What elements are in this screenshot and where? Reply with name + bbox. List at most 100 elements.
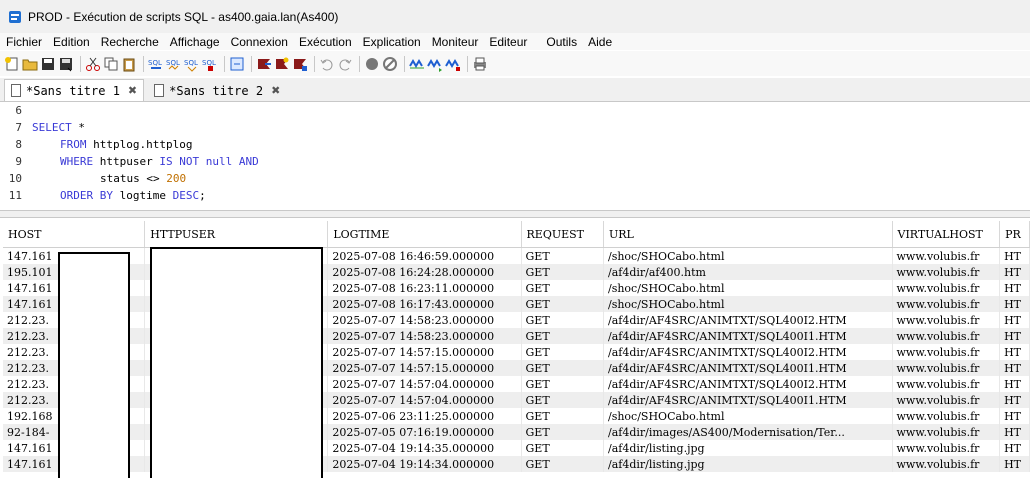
cell-logtime[interactable]: 2025-07-08 16:46:59.000000 (327, 247, 522, 264)
explain-icon[interactable] (256, 56, 272, 72)
menu-execution[interactable]: Exécution (293, 35, 357, 49)
cell-pr[interactable]: HT (999, 312, 1030, 328)
cell-virtualhost[interactable]: www.volubis.fr (892, 408, 1001, 424)
menu-aide[interactable]: Aide (582, 35, 617, 49)
cell-pr[interactable]: HT (999, 344, 1030, 360)
cell-virtualhost[interactable]: www.volubis.fr (892, 247, 1001, 264)
save-icon[interactable] (40, 56, 56, 72)
sql-run-all-icon[interactable]: SQL (166, 56, 182, 72)
cut-icon[interactable] (85, 56, 101, 72)
cell-virtualhost[interactable]: www.volubis.fr (892, 280, 1001, 296)
save-all-icon[interactable] (58, 56, 74, 72)
explain-run-icon[interactable] (292, 56, 308, 72)
cell-url[interactable]: /af4dir/af400.htm (603, 264, 893, 280)
cell-request[interactable]: GET (521, 376, 605, 392)
cell-pr[interactable]: HT (999, 360, 1030, 376)
menu-fichier[interactable]: Fichier (0, 35, 47, 49)
cell-request[interactable]: GET (521, 456, 605, 472)
tab-sans-titre-2[interactable]: *Sans titre 2 ✖ (148, 80, 286, 101)
cell-url[interactable]: /af4dir/AF4SRC/ANIMTXT/SQL400I2.HTM (603, 376, 893, 392)
cell-pr[interactable]: HT (999, 280, 1030, 296)
cell-logtime[interactable]: 2025-07-08 16:24:28.000000 (327, 264, 522, 280)
cell-virtualhost[interactable]: www.volubis.fr (892, 312, 1001, 328)
menu-recherche[interactable]: Recherche (95, 35, 164, 49)
cell-pr[interactable]: HT (999, 264, 1030, 280)
column-header-httpuser[interactable]: HTTPUSER (144, 221, 329, 248)
cell-logtime[interactable]: 2025-07-08 16:23:11.000000 (327, 280, 522, 296)
cell-logtime[interactable]: 2025-07-07 14:58:23.000000 (327, 328, 522, 344)
column-header-pr[interactable]: PR (999, 221, 1030, 248)
menu-explication[interactable]: Explication (357, 35, 426, 49)
cell-request[interactable]: GET (521, 408, 605, 424)
monitor-stop-icon[interactable] (445, 56, 461, 72)
cell-request[interactable]: GET (521, 424, 605, 440)
cell-logtime[interactable]: 2025-07-08 16:17:43.000000 (327, 296, 522, 312)
cell-logtime[interactable]: 2025-07-07 14:57:15.000000 (327, 344, 522, 360)
disconnect-icon[interactable] (382, 56, 398, 72)
visual-explain-icon[interactable] (274, 56, 290, 72)
cell-url[interactable]: /af4dir/AF4SRC/ANIMTXT/SQL400I1.HTM (603, 392, 893, 408)
redo-icon[interactable] (337, 56, 353, 72)
cell-virtualhost[interactable]: www.volubis.fr (892, 264, 1001, 280)
sql-editor[interactable]: 6 7 SELECT * 8 FROM httplog.httplog 9 WHERE… (0, 102, 1030, 210)
cell-url[interactable]: /shoc/SHOCabo.html (603, 296, 893, 312)
column-header-request[interactable]: REQUEST (521, 221, 605, 248)
cell-url[interactable]: /shoc/SHOCabo.html (603, 408, 893, 424)
results-grid[interactable]: HOST HTTPUSER LOGTIME REQUEST URL VIRTUA… (3, 221, 1030, 478)
sql-run-icon[interactable]: SQL (148, 56, 164, 72)
cell-logtime[interactable]: 2025-07-07 14:58:23.000000 (327, 312, 522, 328)
cell-request[interactable]: GET (521, 312, 605, 328)
connect-icon[interactable] (364, 56, 380, 72)
editor-results-splitter[interactable] (0, 210, 1030, 218)
close-icon[interactable]: ✖ (271, 84, 280, 97)
cell-pr[interactable]: HT (999, 328, 1030, 344)
copy-icon[interactable] (103, 56, 119, 72)
cell-virtualhost[interactable]: www.volubis.fr (892, 328, 1001, 344)
cell-request[interactable]: GET (521, 328, 605, 344)
cell-logtime[interactable]: 2025-07-07 14:57:04.000000 (327, 392, 522, 408)
cell-pr[interactable]: HT (999, 296, 1030, 312)
menu-connexion[interactable]: Connexion (225, 35, 293, 49)
cell-url[interactable]: /af4dir/AF4SRC/ANIMTXT/SQL400I1.HTM (603, 328, 893, 344)
cell-url[interactable]: /af4dir/AF4SRC/ANIMTXT/SQL400I1.HTM (603, 360, 893, 376)
cell-virtualhost[interactable]: www.volubis.fr (892, 424, 1001, 440)
cell-virtualhost[interactable]: www.volubis.fr (892, 360, 1001, 376)
cell-pr[interactable]: HT (999, 376, 1030, 392)
cell-virtualhost[interactable]: www.volubis.fr (892, 440, 1001, 456)
paste-icon[interactable] (121, 56, 137, 72)
cell-pr[interactable]: HT (999, 408, 1030, 424)
cell-virtualhost[interactable]: www.volubis.fr (892, 344, 1001, 360)
cell-virtualhost[interactable]: www.volubis.fr (892, 376, 1001, 392)
undo-icon[interactable] (319, 56, 335, 72)
sql-stop-icon[interactable]: SQL (202, 56, 218, 72)
menu-outils[interactable]: Outils (540, 35, 582, 49)
cell-request[interactable]: GET (521, 296, 605, 312)
open-folder-icon[interactable] (22, 56, 38, 72)
cell-request[interactable]: GET (521, 247, 605, 264)
close-icon[interactable]: ✖ (128, 84, 137, 97)
cell-url[interactable]: /af4dir/listing.jpg (603, 440, 893, 456)
cell-url[interactable]: /af4dir/listing.jpg (603, 456, 893, 472)
column-header-logtime[interactable]: LOGTIME (327, 221, 522, 248)
cell-logtime[interactable]: 2025-07-06 23:11:25.000000 (327, 408, 522, 424)
cell-logtime[interactable]: 2025-07-07 14:57:15.000000 (327, 360, 522, 376)
cell-request[interactable]: GET (521, 280, 605, 296)
cell-url[interactable]: /af4dir/images/AS400/Modernisation/Ter..… (603, 424, 893, 440)
column-header-host[interactable]: HOST (3, 221, 146, 248)
tab-sans-titre-1[interactable]: *Sans titre 1 ✖ (4, 79, 145, 101)
cell-request[interactable]: GET (521, 440, 605, 456)
menu-edition[interactable]: Edition (47, 35, 95, 49)
cell-virtualhost[interactable]: www.volubis.fr (892, 456, 1001, 472)
cell-logtime[interactable]: 2025-07-05 07:16:19.000000 (327, 424, 522, 440)
column-header-virtualhost[interactable]: VIRTUALHOST (892, 221, 1001, 248)
menu-moniteur[interactable]: Moniteur (426, 35, 484, 49)
monitor-start-icon[interactable] (427, 56, 443, 72)
cell-url[interactable]: /af4dir/AF4SRC/ANIMTXT/SQL400I2.HTM (603, 344, 893, 360)
cell-pr[interactable]: HT (999, 247, 1030, 264)
cell-request[interactable]: GET (521, 392, 605, 408)
cell-pr[interactable]: HT (999, 424, 1030, 440)
cell-request[interactable]: GET (521, 360, 605, 376)
cell-pr[interactable]: HT (999, 440, 1030, 456)
new-script-icon[interactable] (4, 56, 20, 72)
menu-affichage[interactable]: Affichage (164, 35, 225, 49)
